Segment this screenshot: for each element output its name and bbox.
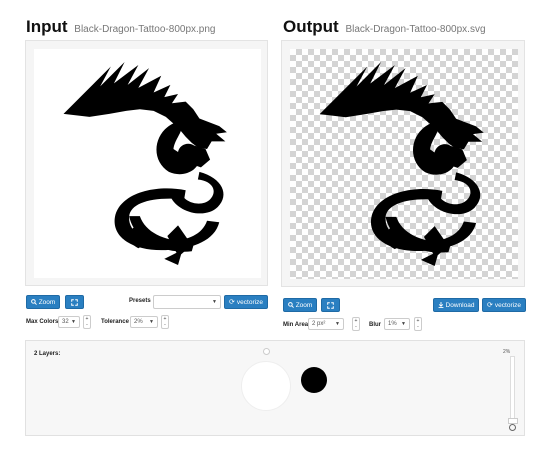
output-filename: Black-Dragon-Tattoo-800px.svg: [345, 24, 486, 35]
refresh-icon: ⟳: [229, 299, 235, 306]
max-colors-select[interactable]: 32 ▼: [58, 316, 80, 328]
layers-panel: 2 Layers: 2%: [25, 340, 525, 436]
chevron-down-icon: ▼: [149, 319, 154, 325]
layer-swatch-black[interactable]: [301, 367, 327, 393]
input-image: [34, 49, 261, 278]
output-image: [290, 49, 518, 279]
presets-select[interactable]: ▼: [153, 295, 221, 309]
tolerance-select[interactable]: 2% ▼: [130, 316, 158, 328]
output-fullscreen-button[interactable]: [321, 298, 340, 312]
chevron-down-icon: ▼: [335, 321, 340, 327]
input-title: Input: [26, 17, 68, 36]
blur-select[interactable]: 1% ▼: [384, 318, 410, 330]
max-colors-value: 32: [62, 319, 69, 325]
output-zoom-label: Zoom: [295, 301, 313, 309]
input-filename: Black-Dragon-Tattoo-800px.png: [74, 24, 216, 35]
layer-swatch-white[interactable]: [241, 361, 291, 411]
decrement-icon[interactable]: -: [355, 324, 357, 330]
max-colors-stepper[interactable]: + -: [83, 315, 91, 329]
layers-slider[interactable]: [510, 356, 515, 420]
decrement-icon[interactable]: -: [417, 324, 419, 330]
search-icon: [30, 299, 37, 305]
input-vectorize-label: vectorize: [236, 298, 263, 306]
input-fullscreen-button[interactable]: [65, 295, 84, 309]
expand-icon: [71, 298, 78, 306]
chevron-down-icon: ▼: [401, 321, 406, 327]
expand-icon: [327, 301, 334, 309]
min-area-value: 2 px²: [312, 321, 326, 327]
output-image-panel: [281, 40, 525, 287]
tolerance-stepper[interactable]: + -: [161, 315, 169, 329]
search-icon: [287, 302, 294, 308]
min-area-label: Min Area: [283, 322, 309, 328]
blur-value: 1%: [388, 321, 397, 327]
download-icon: [438, 302, 443, 308]
output-vectorize-label: vectorize: [494, 301, 521, 309]
input-heading: Input Black-Dragon-Tattoo-800px.png: [26, 17, 215, 37]
slider-value: 2%: [503, 349, 511, 355]
decrement-icon[interactable]: -: [164, 322, 166, 328]
blur-stepper[interactable]: + -: [414, 317, 422, 331]
download-label: Download: [445, 301, 475, 309]
chevron-down-icon: ▼: [212, 299, 217, 305]
decrement-icon[interactable]: -: [86, 322, 88, 328]
max-colors-label: Max Colors: [26, 319, 59, 325]
output-vectorize-button[interactable]: ⟳ vectorize: [482, 298, 526, 312]
drag-handle[interactable]: [263, 348, 270, 355]
download-button[interactable]: Download: [433, 298, 479, 312]
tolerance-value: 2%: [134, 319, 143, 325]
dragon-image: [63, 61, 227, 266]
input-vectorize-button[interactable]: ⟳ vectorize: [224, 295, 268, 309]
min-area-select[interactable]: 2 px² ▼: [308, 318, 344, 330]
circle-icon[interactable]: [509, 424, 516, 431]
tolerance-label: Tolerance: [101, 319, 129, 325]
min-area-stepper[interactable]: + -: [352, 317, 360, 331]
output-zoom-button[interactable]: Zoom: [283, 298, 317, 312]
presets-label: Presets: [129, 298, 151, 304]
output-heading: Output Black-Dragon-Tattoo-800px.svg: [283, 17, 486, 37]
chevron-down-icon: ▼: [71, 319, 76, 325]
input-zoom-button[interactable]: Zoom: [26, 295, 60, 309]
refresh-icon: ⟳: [487, 302, 493, 309]
input-zoom-label: Zoom: [38, 298, 56, 306]
input-image-panel: [25, 40, 268, 286]
layers-title: 2 Layers:: [34, 351, 61, 357]
blur-label: Blur: [369, 322, 381, 328]
dragon-vector-image: [319, 62, 484, 266]
output-title: Output: [283, 17, 339, 36]
